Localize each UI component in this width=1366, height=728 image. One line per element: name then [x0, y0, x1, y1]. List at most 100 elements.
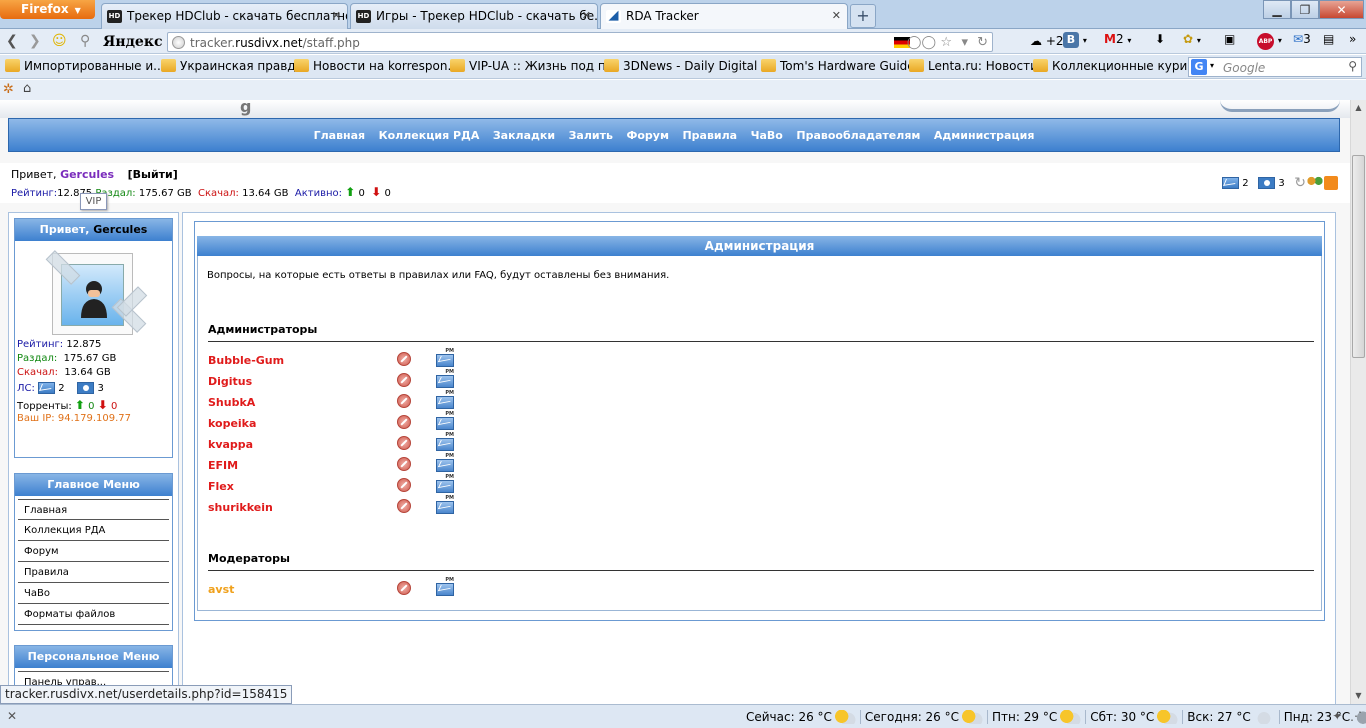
- refresh-icon[interactable]: ↻: [1294, 175, 1306, 191]
- download-button[interactable]: ⬇: [1155, 32, 1165, 46]
- menu-item-home[interactable]: Главная: [18, 499, 169, 520]
- bookmark-vip-ua[interactable]: VIP-UA :: Жизнь под п...: [450, 59, 617, 73]
- weather-now[interactable]: Сейчас: 26 °C: [746, 710, 861, 724]
- menu-item-file-formats[interactable]: Форматы файлов: [18, 604, 169, 625]
- weather-sun[interactable]: Вск: 27 °C: [1187, 710, 1280, 724]
- staff-link-admin[interactable]: ShubkA: [208, 396, 255, 409]
- friends-icon[interactable]: [1306, 176, 1324, 190]
- page-scrollbar[interactable]: ▲ ▼: [1350, 100, 1366, 704]
- extension-gear-icon[interactable]: ✲: [3, 82, 14, 97]
- dropdown-arrow-icon[interactable]: ▾: [961, 35, 968, 50]
- bookmark-toms-hardware[interactable]: Tom's Hardware Guide: [761, 59, 915, 73]
- envelope-icon[interactable]: [38, 382, 56, 394]
- address-bar[interactable]: tracker.rusdivx.net/staff.php ◯◯ ☆ ▾ ↻: [167, 32, 993, 52]
- envelope-icon[interactable]: [1222, 177, 1240, 189]
- ban-icon[interactable]: [397, 478, 411, 492]
- chevron-down-icon[interactable]: ▾: [1210, 61, 1214, 70]
- staff-link-admin[interactable]: kopeika: [208, 417, 256, 430]
- staff-link-admin[interactable]: Digitus: [208, 375, 252, 388]
- key-icon[interactable]: ⚲: [80, 33, 90, 49]
- maximize-button[interactable]: ❐: [1291, 0, 1319, 19]
- nav-copyright[interactable]: Правообладателям: [796, 129, 920, 142]
- ban-icon[interactable]: [397, 352, 411, 366]
- mail-button[interactable]: M2 ▾: [1104, 32, 1131, 46]
- staff-link-admin[interactable]: Bubble-Gum: [208, 354, 284, 367]
- close-addon-bar-icon[interactable]: ✕: [7, 709, 17, 723]
- messages-button[interactable]: ✉3: [1293, 32, 1311, 46]
- bookmark-3dnews[interactable]: 3DNews - Daily Digital ...: [604, 59, 773, 73]
- send-pm-icon[interactable]: [436, 432, 454, 451]
- ban-icon[interactable]: [397, 581, 411, 595]
- tab-hdclub-1[interactable]: HD Трекер HDClub - скачать бесплатно... …: [101, 3, 348, 29]
- search-box[interactable]: G ▾ Google ⚲: [1188, 57, 1362, 77]
- send-pm-icon[interactable]: [436, 348, 454, 367]
- resize-grip-icon[interactable]: ⋰: [1350, 709, 1362, 723]
- scroll-up-icon[interactable]: ▲: [1351, 100, 1366, 116]
- ban-icon[interactable]: [397, 394, 411, 408]
- nav-rules[interactable]: Правила: [682, 129, 737, 142]
- send-pm-icon[interactable]: [436, 369, 454, 388]
- menu-overflow-button[interactable]: »: [1349, 32, 1356, 46]
- staff-link-admin[interactable]: EFIM: [208, 459, 238, 472]
- vk-button[interactable]: B ▾: [1063, 32, 1087, 48]
- bookmark-lenta[interactable]: Lenta.ru: Новости: [909, 59, 1038, 73]
- send-pm-icon[interactable]: [436, 474, 454, 493]
- nav-bookmarks[interactable]: Закладки: [493, 129, 555, 142]
- menu-item-faq[interactable]: ЧаВо: [18, 583, 169, 604]
- ban-icon[interactable]: [397, 457, 411, 471]
- send-pm-icon[interactable]: [436, 495, 454, 514]
- ban-icon[interactable]: [397, 415, 411, 429]
- menu-item-forum[interactable]: Форум: [18, 541, 169, 562]
- bookmark-folder-imported[interactable]: Импортированные и...: [5, 59, 165, 73]
- logout-link[interactable]: [Выйти]: [128, 168, 178, 181]
- staff-link-admin[interactable]: Flex: [208, 480, 234, 493]
- bookmark-pravda[interactable]: Украинская правда: [161, 59, 303, 73]
- nav-forum[interactable]: Форум: [626, 129, 669, 142]
- nav-collection[interactable]: Коллекция РДА: [379, 129, 480, 142]
- search-icon[interactable]: ⚲: [1348, 59, 1357, 73]
- send-pm-icon[interactable]: [436, 411, 454, 430]
- weather-today[interactable]: Сегодня: 26 °C: [865, 710, 989, 724]
- tab-rda-tracker[interactable]: ◢ RDA Tracker ✕: [600, 3, 848, 30]
- camera-icon[interactable]: [1258, 177, 1276, 189]
- staff-link-admin[interactable]: kvappa: [208, 438, 253, 451]
- ban-icon[interactable]: [397, 499, 411, 513]
- extension-button[interactable]: ✿ ▾: [1183, 32, 1201, 46]
- staff-link-admin[interactable]: shurikkein: [208, 501, 273, 514]
- new-tab-button[interactable]: +: [850, 4, 876, 28]
- tab-hdclub-2[interactable]: HD Игры - Трекер HDClub - скачать бе... …: [350, 3, 598, 29]
- window-close-button[interactable]: ✕: [1319, 0, 1364, 19]
- url-text[interactable]: tracker.rusdivx.net/staff.php: [190, 36, 360, 50]
- close-tab-icon[interactable]: ✕: [832, 9, 841, 22]
- bookmark-kollekcionnye[interactable]: Коллекционные кури...: [1033, 59, 1199, 73]
- scroll-down-icon[interactable]: ▼: [1351, 688, 1366, 704]
- staff-link-moderator[interactable]: avst: [208, 583, 234, 596]
- smiley-icon[interactable]: ☺: [52, 33, 67, 49]
- nav-staff[interactable]: Администрация: [934, 129, 1035, 142]
- close-tab-icon[interactable]: ✕: [332, 9, 341, 22]
- nav-upload[interactable]: Залить: [569, 129, 613, 142]
- home-icon[interactable]: ⌂: [23, 81, 31, 96]
- weather-fri[interactable]: Птн: 29 °C: [992, 710, 1087, 724]
- send-pm-icon[interactable]: [436, 453, 454, 472]
- reader-glasses-icon[interactable]: ◯◯: [907, 35, 936, 50]
- close-tab-icon[interactable]: ✕: [582, 9, 591, 22]
- reload-icon[interactable]: ↻: [977, 35, 988, 50]
- weather-sat[interactable]: Сбт: 30 °C: [1090, 710, 1184, 724]
- rss-icon[interactable]: [1324, 176, 1338, 190]
- back-arrow-icon[interactable]: ❮: [6, 33, 18, 49]
- google-icon[interactable]: G: [1191, 59, 1207, 75]
- nav-home[interactable]: Главная: [314, 129, 366, 142]
- send-pm-icon[interactable]: [436, 390, 454, 409]
- camera-icon[interactable]: [77, 382, 95, 394]
- ban-icon[interactable]: [397, 373, 411, 387]
- screenshot-button[interactable]: ▣: [1224, 32, 1235, 46]
- minimize-button[interactable]: ▁: [1263, 0, 1291, 19]
- nav-faq[interactable]: ЧаВо: [751, 129, 783, 142]
- menu-item-rules[interactable]: Правила: [18, 562, 169, 583]
- home-panel-button[interactable]: ▤: [1323, 32, 1334, 46]
- adblock-button[interactable]: ABP ▾: [1257, 32, 1282, 50]
- forward-arrow-icon[interactable]: ❯: [29, 33, 41, 49]
- yandex-logo[interactable]: Яндекс: [103, 34, 162, 50]
- firefox-menu-button[interactable]: Firefox ▼: [0, 0, 95, 19]
